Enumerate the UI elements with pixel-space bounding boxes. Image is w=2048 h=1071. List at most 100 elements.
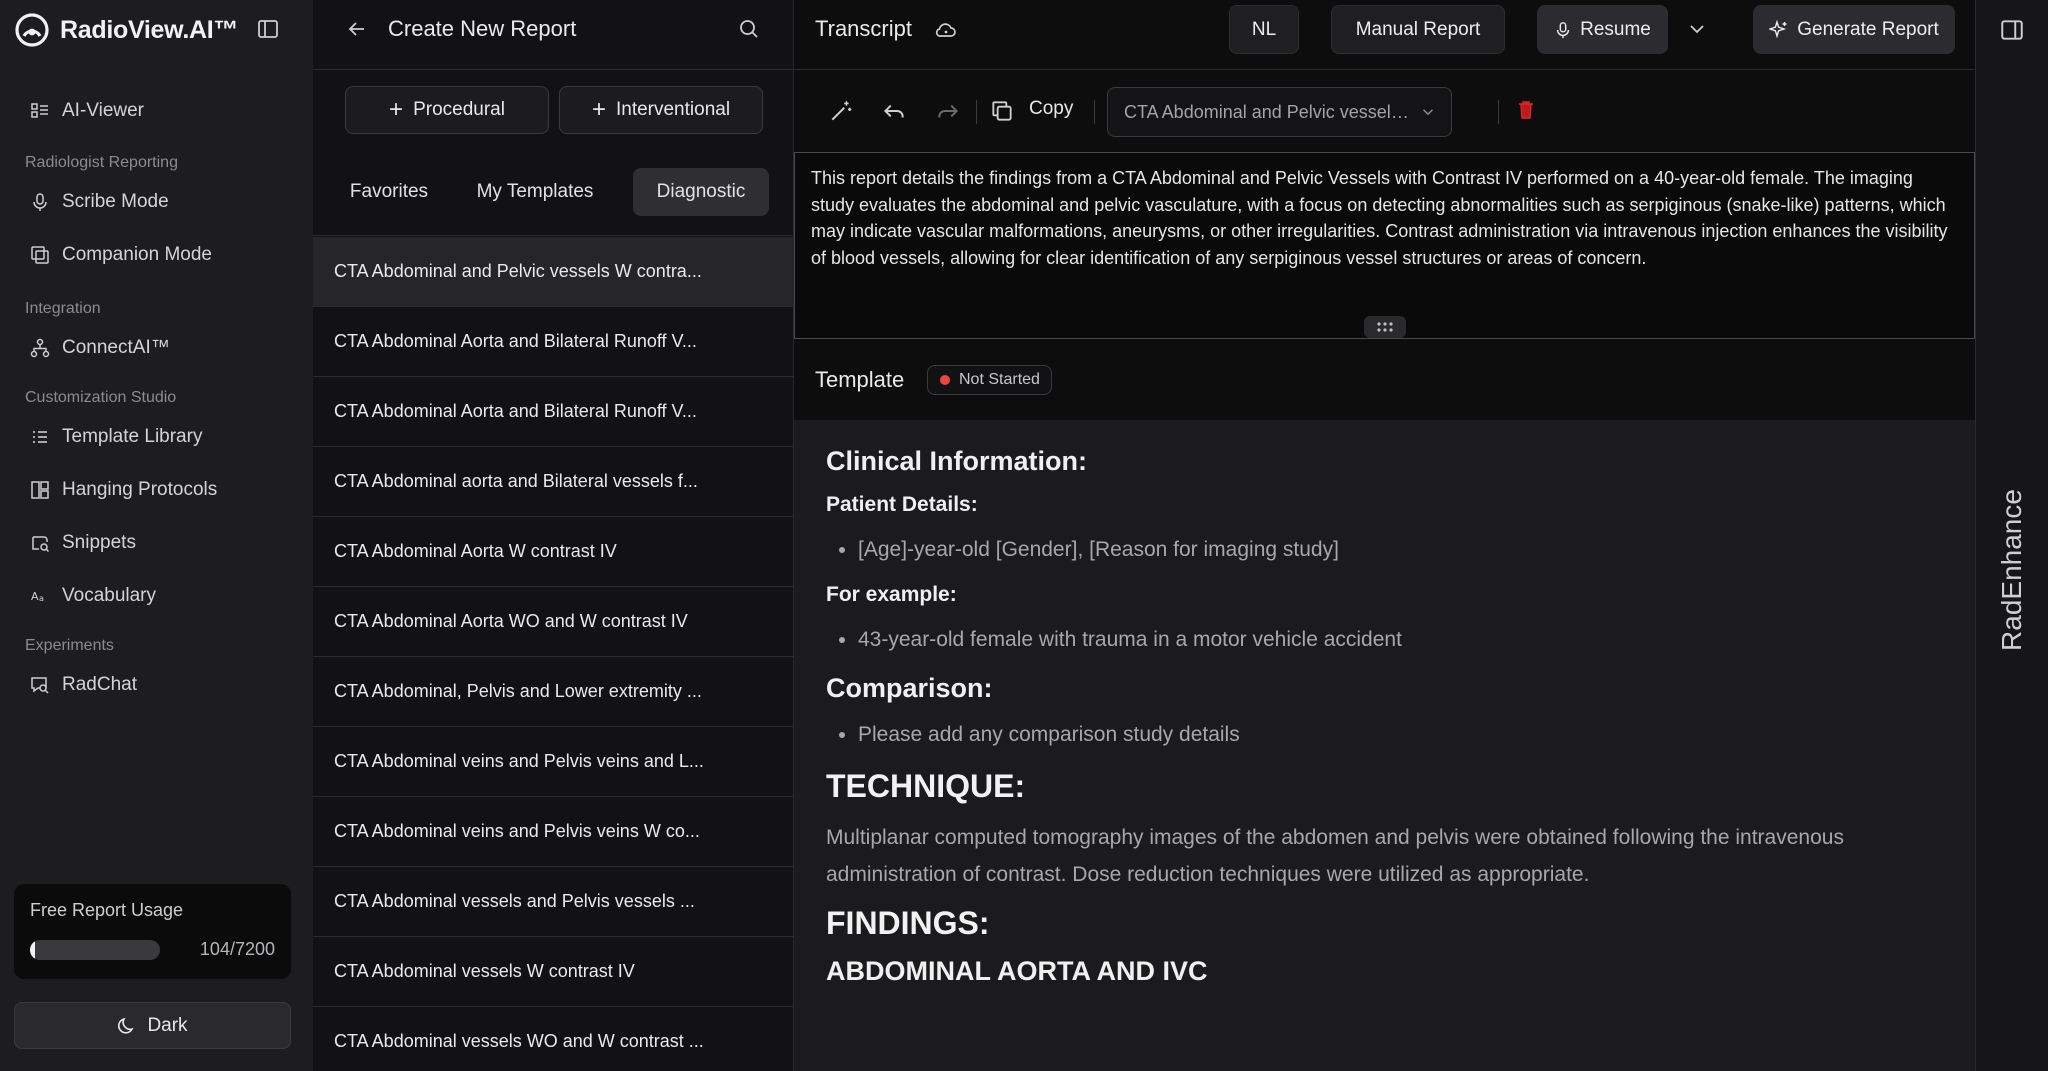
back-arrow-icon[interactable] bbox=[345, 17, 369, 41]
mic-icon bbox=[1557, 21, 1570, 38]
plus-icon: + bbox=[591, 96, 606, 123]
list-item[interactable]: CTA Abdominal vessels W contrast IV bbox=[313, 937, 794, 1007]
panel-header: Create New Report bbox=[313, 0, 794, 70]
undo-icon[interactable] bbox=[881, 98, 907, 124]
nav-section-title: Integration bbox=[25, 300, 101, 317]
template-document[interactable]: Clinical Information: Patient Details: [… bbox=[794, 420, 1975, 1071]
copy-button[interactable]: Copy bbox=[1029, 98, 1073, 120]
list-item-label: CTA Abdominal and Pelvic vessels W contr… bbox=[334, 261, 702, 281]
template-picker-panel: Create New Report + Procedural + Interve… bbox=[313, 0, 794, 1071]
sidebar-item-label: Vocabulary bbox=[62, 584, 157, 606]
sidebar-item-label: Scribe Mode bbox=[62, 190, 169, 212]
list-item-label: CTA Abdominal veins and Pelvis veins and… bbox=[334, 751, 704, 771]
copy-window-icon bbox=[31, 245, 49, 264]
sidebar-item-label: RadChat bbox=[62, 673, 137, 695]
bullet-item: [Age]-year-old [Gender], [Reason for ima… bbox=[858, 535, 1943, 565]
sidebar-item-connectai[interactable]: ConnectAI™ bbox=[0, 321, 313, 374]
toolbar-divider bbox=[1094, 100, 1095, 124]
list-item[interactable]: CTA Abdominal Aorta and Bilateral Runoff… bbox=[313, 377, 794, 447]
section-heading: Comparison: bbox=[826, 673, 993, 703]
network-icon bbox=[30, 338, 50, 357]
sidebar-item-radchat[interactable]: RadChat bbox=[0, 658, 313, 711]
resume-button[interactable]: Resume bbox=[1537, 5, 1668, 54]
list-item[interactable]: CTA Abdominal Aorta WO and W contrast IV bbox=[313, 587, 794, 657]
grid-list-icon bbox=[31, 102, 48, 118]
list-item-label: CTA Abdominal Aorta WO and W contrast IV bbox=[334, 611, 688, 631]
sidebar-item-label: ConnectAI™ bbox=[62, 336, 170, 358]
usage-progress-bar bbox=[30, 939, 160, 960]
radenhance-strip[interactable]: RadEnhance bbox=[1975, 0, 2048, 1071]
chevron-down-icon bbox=[1422, 109, 1434, 116]
resume-label: Resume bbox=[1580, 18, 1651, 40]
sidebar-item-companion-mode[interactable]: Companion Mode bbox=[0, 228, 313, 281]
list-item[interactable]: CTA Abdominal veins and Pelvis veins and… bbox=[313, 727, 794, 797]
tab-diagnostic[interactable]: Diagnostic bbox=[633, 168, 769, 216]
sidebar-item-vocabulary[interactable]: Aa Vocabulary bbox=[0, 569, 313, 622]
procedural-label: Procedural bbox=[413, 99, 505, 120]
transcript-toolbar: Copy CTA Abdominal and Pelvic vessels ..… bbox=[794, 70, 1975, 152]
mic-icon bbox=[33, 192, 47, 211]
interventional-button[interactable]: + Interventional bbox=[559, 86, 763, 134]
list-item[interactable]: CTA Abdominal vessels and Pelvis vessels… bbox=[313, 867, 794, 937]
brand[interactable]: RadioView.AI™ bbox=[14, 12, 238, 48]
nl-button[interactable]: NL bbox=[1229, 5, 1299, 54]
sparkle-icon bbox=[1769, 19, 1787, 38]
generate-report-button[interactable]: Generate Report bbox=[1753, 5, 1955, 54]
tab-favorites[interactable]: Favorites bbox=[333, 168, 445, 216]
template-list: CTA Abdominal and Pelvic vessels W contr… bbox=[313, 237, 794, 1071]
chevron-down-icon[interactable] bbox=[1685, 17, 1709, 41]
procedural-button[interactable]: + Procedural bbox=[345, 86, 549, 134]
sidebar-item-hanging-protocols[interactable]: Hanging Protocols bbox=[0, 463, 313, 516]
sidebar-item-ai-viewer[interactable]: AI-Viewer bbox=[0, 84, 313, 137]
section-heading: Clinical Information: bbox=[826, 446, 1088, 476]
list-item[interactable]: CTA Abdominal Aorta and Bilateral Runoff… bbox=[313, 307, 794, 377]
snippet-icon bbox=[32, 535, 50, 552]
list-item[interactable]: CTA Abdominal and Pelvic vessels W contr… bbox=[313, 237, 794, 307]
resize-handle-icon[interactable] bbox=[1364, 316, 1406, 338]
sidebar-item-scribe-mode[interactable]: Scribe Mode bbox=[0, 175, 313, 228]
bullet-item: Please add any comparison study details bbox=[858, 720, 1943, 750]
generate-report-label: Generate Report bbox=[1797, 18, 1939, 40]
status-dot-icon bbox=[940, 375, 950, 385]
redo-icon[interactable] bbox=[935, 98, 961, 124]
list-item-label: CTA Abdominal Aorta and Bilateral Runoff… bbox=[334, 331, 697, 351]
list-icon bbox=[33, 430, 47, 443]
cloud-sync-icon bbox=[935, 23, 956, 37]
moon-icon bbox=[118, 1017, 134, 1034]
list-item[interactable]: CTA Abdominal veins and Pelvis veins W c… bbox=[313, 797, 794, 867]
copy-icon[interactable] bbox=[989, 98, 1015, 124]
status-badge: Not Started bbox=[927, 365, 1052, 395]
list-item[interactable]: CTA Abdominal vessels WO and W contrast … bbox=[313, 1007, 794, 1071]
magic-wand-icon[interactable] bbox=[828, 98, 854, 124]
transcript-text[interactable]: This report details the findings from a … bbox=[794, 152, 1975, 339]
section-heading: FINDINGS: bbox=[826, 905, 990, 941]
usage-title: Free Report Usage bbox=[30, 900, 184, 920]
tab-my-templates[interactable]: My Templates bbox=[459, 168, 611, 216]
usage-card: Free Report Usage 104/7200 bbox=[14, 884, 291, 979]
template-select[interactable]: CTA Abdominal and Pelvic vessels ... bbox=[1107, 87, 1452, 137]
sidebar-item-snippets[interactable]: Snippets bbox=[0, 516, 313, 569]
trash-icon[interactable] bbox=[1514, 98, 1538, 122]
search-icon[interactable] bbox=[737, 17, 761, 41]
technique-paragraph: Multiplanar computed tomography images o… bbox=[826, 826, 1844, 886]
status-label: Not Started bbox=[959, 371, 1040, 388]
bullet-item: 43-year-old female with trauma in a moto… bbox=[858, 625, 1943, 655]
sidebar-item-label: Companion Mode bbox=[62, 243, 212, 265]
manual-report-button[interactable]: Manual Report bbox=[1331, 5, 1505, 54]
radioview-logo-icon bbox=[15, 13, 49, 47]
panel-toggle-icon[interactable] bbox=[1999, 17, 2025, 43]
list-item[interactable]: CTA Abdominal Aorta W contrast IV bbox=[313, 517, 794, 587]
list-item-label: CTA Abdominal Aorta and Bilateral Runoff… bbox=[334, 401, 697, 421]
panel-title: Create New Report bbox=[388, 16, 577, 41]
sidebar-item-template-library[interactable]: Template Library bbox=[0, 410, 313, 463]
sidebar-toggle-icon[interactable] bbox=[256, 17, 280, 41]
list-item[interactable]: CTA Abdominal, Pelvis and Lower extremit… bbox=[313, 657, 794, 727]
list-item-label: CTA Abdominal Aorta W contrast IV bbox=[334, 541, 617, 561]
sidebar-item-label: AI-Viewer bbox=[62, 99, 145, 121]
list-item-label: CTA Abdominal, Pelvis and Lower extremit… bbox=[334, 681, 702, 701]
list-item[interactable]: CTA Abdominal aorta and Bilateral vessel… bbox=[313, 447, 794, 517]
template-header: Template Not Started bbox=[794, 339, 1975, 419]
theme-toggle-label: Dark bbox=[147, 1014, 188, 1036]
sidebar-item-label: Template Library bbox=[62, 425, 203, 447]
theme-toggle-button[interactable]: Dark bbox=[14, 1002, 291, 1049]
